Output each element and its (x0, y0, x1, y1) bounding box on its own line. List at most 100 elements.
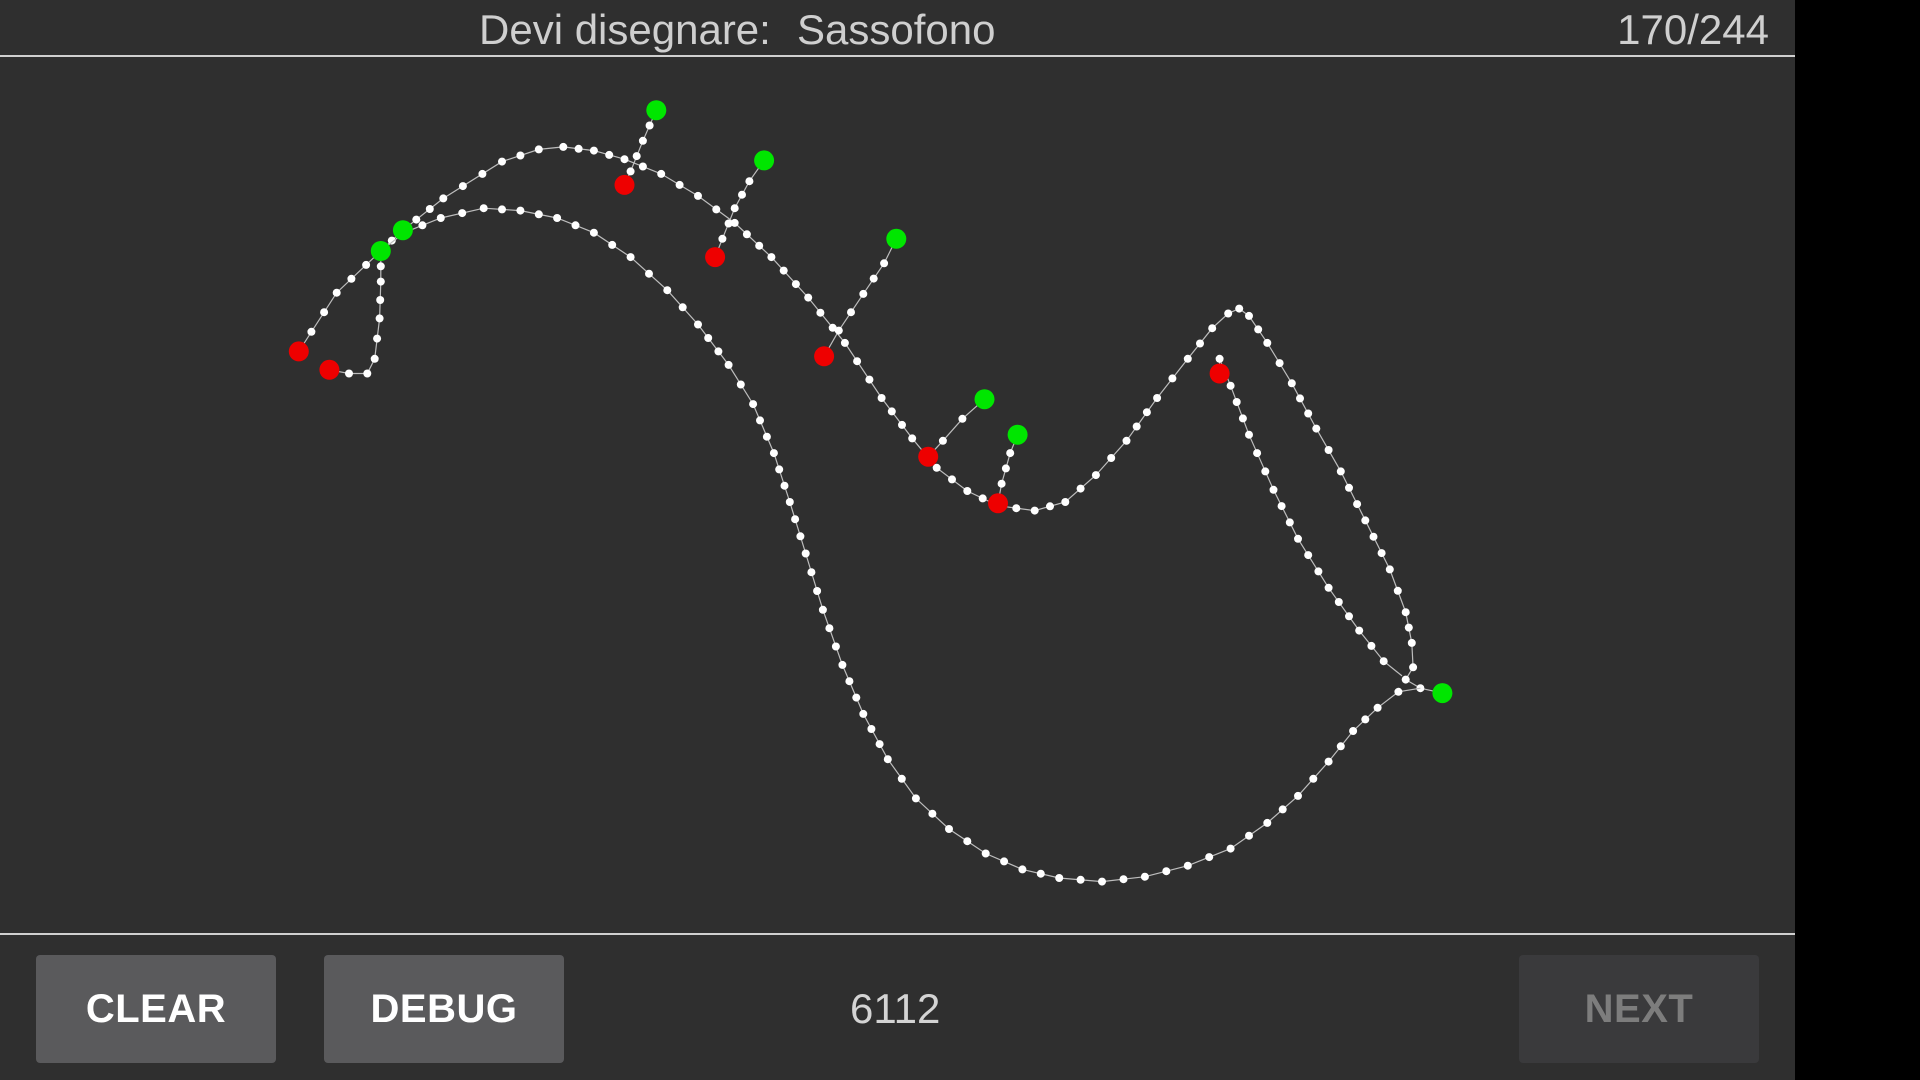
stroke-point (638, 162, 647, 171)
stroke-point (775, 465, 784, 474)
stroke-point (347, 274, 356, 283)
stroke-point (801, 549, 810, 558)
stroke-point (645, 269, 653, 278)
prompt-label: Devi disegnare: (479, 6, 771, 53)
stroke-start-marker (646, 100, 667, 121)
stroke-point (932, 463, 941, 472)
progress-counter: 170/244 (1617, 6, 1769, 53)
stroke-point (458, 182, 467, 191)
stroke-point (1142, 408, 1151, 417)
stroke-line (298, 146, 1443, 694)
stroke-point (1183, 861, 1192, 870)
footer-bar: CLEAR DEBUG 6112 NEXT (0, 933, 1795, 1080)
stroke-point (724, 360, 733, 369)
stroke-point (712, 205, 721, 214)
stroke-point (345, 369, 353, 378)
stroke-point (981, 849, 990, 858)
stroke-point (859, 289, 868, 298)
stroke-point (1277, 502, 1286, 511)
stroke-point (1183, 354, 1192, 363)
stroke-point (638, 136, 647, 145)
stroke-start-marker (1007, 424, 1028, 445)
stroke-point (887, 407, 896, 416)
stroke-point (745, 177, 754, 186)
stroke-point (813, 587, 822, 595)
stroke-point (1036, 869, 1045, 878)
stroke-point (1140, 872, 1149, 881)
stroke-point (948, 475, 956, 484)
stroke-point (883, 755, 892, 764)
stroke-point (498, 205, 506, 214)
stroke-point (1367, 641, 1376, 650)
stroke-point (663, 286, 672, 295)
stroke-end-marker (814, 346, 835, 367)
stroke-point (1369, 532, 1378, 541)
stroke-point (589, 228, 598, 237)
stroke-point (997, 479, 1006, 488)
stroke-point (425, 205, 434, 213)
stroke-point (779, 266, 788, 275)
stroke-point (375, 314, 384, 323)
stroke-point (620, 155, 629, 164)
stroke-point (1353, 500, 1362, 509)
stroke-point (1215, 354, 1224, 363)
stroke-point (632, 152, 641, 161)
stroke-point (362, 260, 371, 269)
stroke-point (1349, 727, 1358, 735)
stroke-start-marker (754, 150, 775, 171)
stroke-point (825, 624, 834, 633)
prompt-word: Sassofono (797, 6, 996, 53)
stroke-point (307, 327, 316, 336)
stroke-point (1000, 857, 1009, 866)
stroke-point (458, 209, 467, 218)
stroke-point (963, 837, 972, 846)
stroke-line (1218, 358, 1403, 677)
stroke-start-marker (392, 220, 413, 241)
stroke-point (694, 191, 702, 200)
stroke-point (838, 660, 847, 669)
stroke-point (1394, 687, 1403, 696)
next-button[interactable]: NEXT (1519, 955, 1759, 1063)
stroke-point (875, 740, 884, 749)
score-value: 6112 (850, 985, 941, 1032)
stroke-point (1238, 414, 1247, 423)
stroke-point (1046, 502, 1054, 511)
stroke-point (373, 334, 382, 343)
stroke-point (1407, 638, 1416, 647)
stroke-point (1168, 374, 1177, 383)
stroke-point (1107, 454, 1116, 462)
drawing-canvas[interactable] (0, 57, 1795, 933)
stroke-point (1345, 612, 1353, 621)
debug-button[interactable]: DEBUG (324, 955, 564, 1063)
stroke-point (938, 436, 947, 445)
stroke-point (1401, 608, 1410, 617)
stroke-point (1254, 325, 1263, 334)
stroke-point (1119, 875, 1128, 884)
stroke-point (769, 449, 778, 458)
stroke-point (1312, 424, 1321, 433)
stroke-point (1278, 805, 1287, 814)
stroke-point (1012, 504, 1021, 513)
stroke-point (1275, 359, 1284, 368)
stroke-start-marker (974, 389, 995, 410)
stroke-start-marker (370, 241, 391, 261)
stroke-point (1304, 409, 1313, 418)
stroke-point (1055, 874, 1064, 882)
stroke-point (1076, 875, 1085, 884)
stroke-point (645, 121, 654, 130)
clear-button[interactable]: CLEAR (36, 955, 276, 1063)
stroke-line (823, 238, 897, 357)
stroke-point (1061, 498, 1070, 506)
endpoint-layer (288, 100, 1453, 704)
stroke-point (1196, 339, 1204, 348)
stroke-point (574, 144, 583, 153)
stroke-end-marker (705, 247, 726, 268)
stroke-point (1361, 715, 1370, 724)
stroke-point (1226, 381, 1235, 390)
stroke-point (1245, 831, 1253, 840)
stroke-start-marker (1432, 683, 1453, 704)
stroke-point (945, 825, 953, 833)
stroke-point (1304, 551, 1313, 560)
stroke-point (1153, 394, 1162, 402)
stroke-point (818, 605, 827, 614)
